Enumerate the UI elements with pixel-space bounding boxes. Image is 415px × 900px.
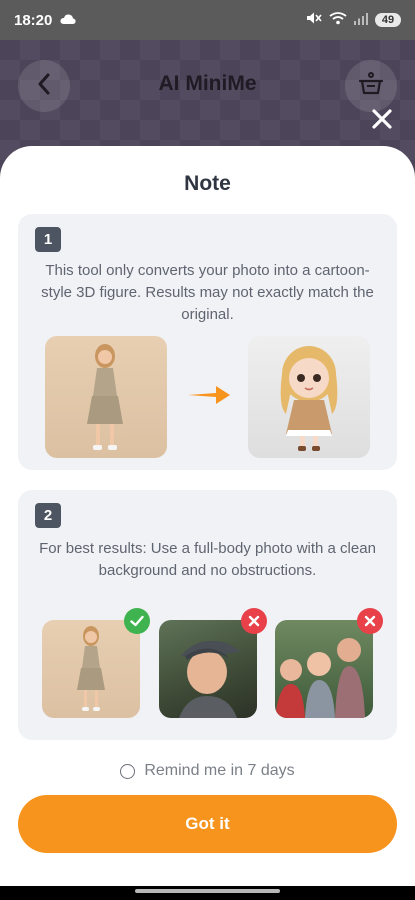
x-mark-icon — [357, 608, 383, 634]
arrow-right-icon — [186, 382, 232, 413]
status-right: 49 — [306, 11, 401, 29]
bad-photo-group-example — [275, 620, 373, 718]
3d-figure-example — [248, 336, 370, 458]
home-indicator[interactable] — [135, 889, 280, 893]
step-2-text: For best results: Use a full-body photo … — [39, 540, 376, 579]
step-card-1: 1 This tool only converts your photo int… — [18, 214, 397, 470]
got-it-button[interactable]: Got it — [18, 795, 397, 853]
check-icon — [124, 608, 150, 634]
step-number-badge: 2 — [35, 503, 61, 528]
status-left: 18:20 — [14, 12, 76, 29]
signal-icon — [354, 12, 368, 29]
step-1-text: This tool only converts your photo into … — [41, 262, 374, 323]
original-photo-example — [45, 336, 167, 458]
status-bar: 18:20 49 — [0, 0, 415, 40]
system-nav-bar — [0, 886, 415, 900]
sheet-title: Note — [184, 172, 231, 195]
bad-photo-closeup-example — [159, 620, 257, 718]
step-card-2: 2 For best results: Use a full-body phot… — [18, 490, 397, 740]
full-body-photo-illustration — [77, 626, 105, 711]
mute-icon — [306, 11, 322, 29]
cloud-icon — [60, 12, 76, 29]
good-photo-example — [42, 620, 140, 718]
basket-button[interactable] — [345, 60, 397, 112]
remind-radio[interactable] — [120, 763, 136, 779]
step-number-badge: 1 — [35, 227, 61, 252]
close-button[interactable] — [369, 108, 395, 134]
girl-photo-illustration — [87, 344, 123, 450]
group-kids-illustration — [275, 638, 365, 718]
note-sheet: Note 1 This tool only converts your phot… — [0, 146, 415, 886]
remind-label: Remind me in 7 days — [144, 762, 295, 779]
remind-option[interactable]: Remind me in 7 days — [0, 762, 415, 780]
x-mark-icon — [241, 608, 267, 634]
close-icon — [372, 108, 392, 134]
boy-closeup-illustration — [179, 640, 241, 718]
battery-indicator: 49 — [375, 13, 401, 27]
status-time: 18:20 — [14, 11, 53, 29]
basket-icon — [358, 71, 384, 101]
doll-illustration — [280, 346, 338, 451]
wifi-icon — [329, 11, 347, 29]
